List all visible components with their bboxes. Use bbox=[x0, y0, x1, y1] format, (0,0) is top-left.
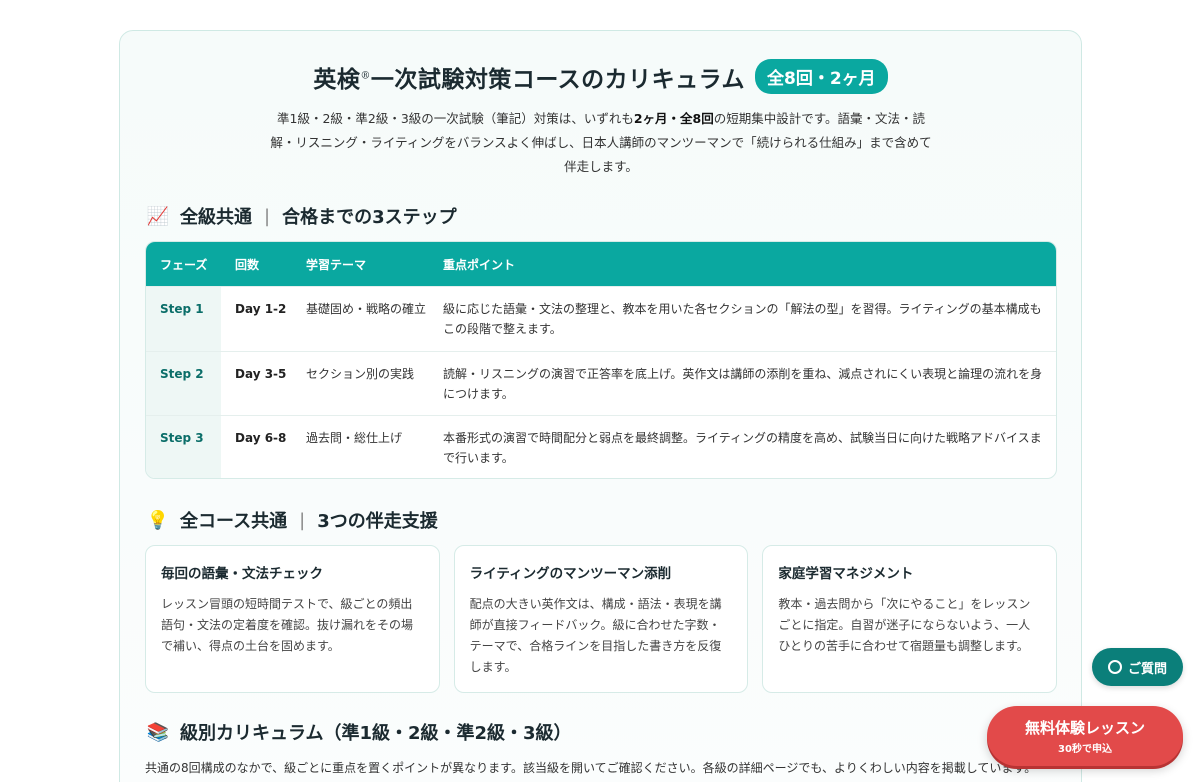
point-cell: 読解・リスニングの演習で正答率を底上げ。英作文は講師の添削を重ね、減点されにくい… bbox=[443, 366, 1043, 401]
days-cell: Day 3-5 bbox=[235, 366, 287, 381]
table-row: Step 2 Day 3-5 セクション別の実践 読解・リスニングの演習で正答率… bbox=[146, 350, 1056, 415]
free-trial-button[interactable]: 無料体験レッスン 30秒で申込 bbox=[987, 706, 1183, 766]
page-title: 英検®一次試験対策コースのカリキュラム bbox=[313, 65, 745, 93]
column-header: フェーズ bbox=[160, 257, 208, 272]
steps-table: フェーズ 回数 学習テーマ 重点ポイント Step 1 Day 1-2 基礎固め… bbox=[145, 241, 1057, 479]
table-row: Step 3 Day 6-8 過去問・総仕上げ 本番形式の演習で時間配分と弱点を… bbox=[146, 415, 1056, 478]
grade-section-heading: 📚 級別カリキュラム（準1級・2級・準2級・3級） bbox=[146, 721, 572, 745]
intro-text: 準1級・2級・準2級・3級の一次試験（筆記）対策は、いずれも2ヶ月・全8回の短期… bbox=[270, 111, 932, 174]
curriculum-card: 英検®一次試験対策コースのカリキュラム 全8回・2ヶ月 準1級・2級・準2級・3… bbox=[119, 30, 1082, 782]
support-card: 家庭学習マネジメント 教本・過去問から「次にやること」をレッスンごとに指定。自習… bbox=[762, 545, 1058, 693]
support-card-body: レッスン冒頭の短時間テストで、級ごとの頻出語句・文法の定着度を確認。抜け漏れをそ… bbox=[161, 597, 414, 653]
faq-button[interactable]: ご質問 bbox=[1092, 648, 1183, 686]
table-header: フェーズ 回数 学習テーマ 重点ポイント bbox=[146, 242, 1056, 286]
chat-bubble-icon bbox=[1107, 660, 1122, 674]
chart-increasing-icon: 📈 bbox=[146, 205, 170, 227]
light-bulb-icon: 💡 bbox=[146, 509, 170, 531]
support-card-body: 教本・過去問から「次にやること」をレッスンごとに指定。自習が迷子にならないよう、… bbox=[778, 597, 1031, 653]
faq-button-label: ご質問 bbox=[1127, 661, 1167, 677]
theme-cell: 基礎固め・戦略の確立 bbox=[306, 302, 427, 316]
point-cell: 級に応じた語彙・文法の整理と、教本を用いた各セクションの「解法の型」を習得。ライ… bbox=[443, 302, 1042, 336]
grade-section-text: 共通の8回構成のなかで、級ごとに重点を置くポイントが異なります。該当級を開いてご… bbox=[145, 761, 1037, 775]
support-card: 毎回の語彙・文法チェック レッスン冒頭の短時間テストで、級ごとの頻出語句・文法の… bbox=[145, 545, 440, 693]
books-icon: 📚 bbox=[146, 721, 170, 743]
column-header: 重点ポイント bbox=[443, 257, 516, 272]
point-cell: 本番形式の演習で時間配分と弱点を最終調整。ライティングの精度を高め、試験当日に向… bbox=[443, 431, 1042, 465]
column-header: 学習テーマ bbox=[306, 257, 367, 272]
support-section-heading: 💡 全コース共通 | 3つの伴走支援 bbox=[146, 509, 438, 533]
intro-emphasis: 2ヶ月・全8回 bbox=[633, 111, 714, 126]
trial-button-sublabel: 30秒で申込 bbox=[1058, 744, 1112, 755]
theme-cell: セクション別の実践 bbox=[306, 366, 415, 381]
theme-cell: 過去問・総仕上げ bbox=[306, 431, 403, 445]
support-card-title: 家庭学習マネジメント bbox=[778, 566, 914, 582]
support-card-body: 配点の大きい英作文は、構成・語法・表現を講師が直接フィードバック。級に合わせた字… bbox=[469, 597, 722, 674]
column-header: 回数 bbox=[235, 257, 260, 272]
phase-cell: Step 2 bbox=[146, 351, 221, 415]
phase-cell: Step 3 bbox=[146, 416, 221, 478]
support-card-title: 毎回の語彙・文法チェック bbox=[161, 566, 323, 582]
support-card: ライティングのマンツーマン添削 配点の大きい英作文は、構成・語法・表現を講師が直… bbox=[453, 545, 749, 693]
course-length-badge: 全8回・2ヶ月 bbox=[755, 59, 888, 94]
days-cell: Day 1-2 bbox=[235, 302, 287, 316]
support-cards: 毎回の語彙・文法チェック レッスン冒頭の短時間テストで、級ごとの頻出語句・文法の… bbox=[145, 545, 1058, 693]
table-row: Step 1 Day 1-2 基礎固め・戦略の確立 級に応じた語彙・文法の整理と… bbox=[146, 286, 1056, 351]
registered-mark: ® bbox=[360, 69, 371, 81]
steps-section-heading: 📈 全級共通 | 合格までの3ステップ bbox=[146, 205, 457, 229]
trial-button-label: 無料体験レッスン bbox=[1024, 719, 1145, 737]
days-cell: Day 6-8 bbox=[235, 431, 287, 445]
title-row: 英検®一次試験対策コースのカリキュラム 全8回・2ヶ月 bbox=[120, 59, 1081, 94]
phase-cell: Step 1 bbox=[146, 287, 221, 351]
support-card-title: ライティングのマンツーマン添削 bbox=[469, 566, 672, 582]
